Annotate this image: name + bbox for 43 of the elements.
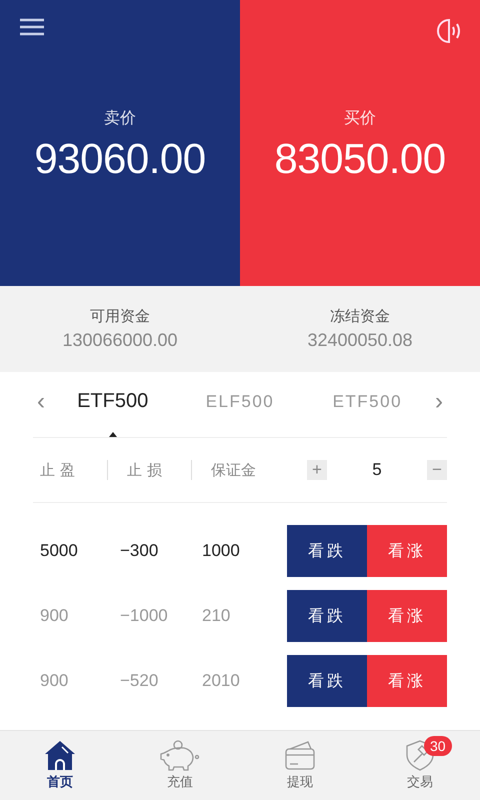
bet-down-button[interactable]: 看跌	[287, 525, 367, 577]
bet-down-button[interactable]: 看跌	[287, 590, 367, 642]
card-icon	[284, 739, 316, 771]
nav-tab[interactable]: 交易 30	[360, 731, 480, 800]
table-cell-text: 5000	[39, 541, 79, 561]
product-tab[interactable]: ELF500	[176, 372, 304, 437]
table-cell-text: 210	[202, 606, 232, 626]
bet-down-button[interactable]: 看跌	[287, 655, 367, 707]
menu-icon[interactable]	[20, 18, 44, 36]
house-icon	[43, 739, 77, 771]
speaker-icon[interactable]	[436, 18, 462, 44]
column-label: 止 盈	[39, 460, 76, 480]
table-cell-text: −520	[120, 671, 160, 691]
piggy-bank-icon	[160, 739, 200, 771]
product-tab[interactable]: ETF500	[49, 372, 176, 437]
price-label: 卖价	[104, 108, 136, 129]
table-cell-text: 2010	[202, 671, 241, 691]
minus-button[interactable]: −	[427, 460, 447, 480]
price-value: 93060.00	[34, 135, 206, 183]
price-value: 83050.00	[274, 135, 446, 183]
bet-up-button[interactable]: 看涨	[367, 655, 447, 707]
fund-label: 可用资金	[90, 307, 150, 326]
bet-up-button[interactable]: 看涨	[367, 525, 447, 577]
table-cell-text: 900	[39, 606, 70, 626]
price-label: 买价	[344, 108, 376, 129]
count-badge: 30	[424, 736, 452, 756]
bet-up-button[interactable]: 看涨	[367, 590, 447, 642]
nav-tab[interactable]: 首页	[0, 731, 120, 800]
quantity-value: 5	[371, 460, 383, 480]
fund-label: 冻结资金	[330, 307, 390, 326]
caret-icon	[108, 432, 117, 437]
product-tab[interactable]: ETF500	[304, 372, 431, 437]
plus-button[interactable]: +	[307, 460, 327, 480]
table-cell-text: −300	[120, 541, 160, 561]
nav-tab[interactable]: 充值	[120, 731, 240, 800]
table-cell-text: 1000	[202, 541, 241, 561]
column-label: 止 损	[127, 460, 163, 480]
table-cell-text: 900	[39, 671, 70, 691]
nav-tab[interactable]: 提现	[240, 731, 360, 800]
fund-value: 32400050.08	[307, 330, 413, 351]
column-label: 保证金	[211, 460, 257, 480]
fund-value: 130066000.00	[62, 330, 178, 351]
table-cell-text: −1000	[120, 606, 169, 626]
